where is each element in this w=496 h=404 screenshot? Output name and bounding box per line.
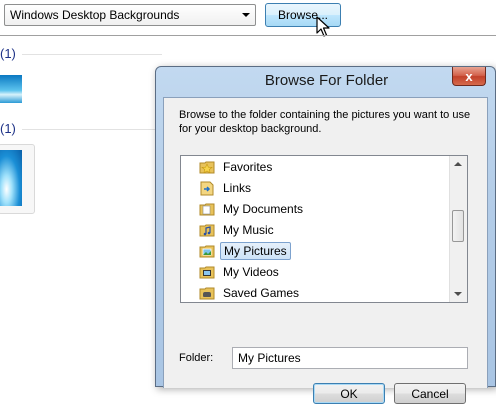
tree-item-label: My Documents — [223, 202, 304, 216]
ok-button[interactable]: OK — [313, 383, 385, 404]
tree-item-label: Links — [223, 181, 252, 195]
picture-location-value: Windows Desktop Backgrounds — [10, 8, 180, 22]
saved-games-folder-icon — [199, 285, 215, 301]
folder-label: Folder: — [179, 352, 214, 364]
group-header[interactable]: (1) — [0, 121, 162, 136]
documents-folder-icon — [199, 201, 215, 217]
tree-item-label: Saved Games — [223, 286, 300, 300]
tree-item-label: Favorites — [223, 160, 273, 174]
videos-folder-icon — [199, 264, 215, 280]
group-count: (1) — [0, 121, 16, 136]
tree-item-my-pictures[interactable]: My Pictures — [199, 241, 291, 261]
group-count: (1) — [0, 46, 16, 61]
tree-item-my-music[interactable]: My Music — [199, 220, 277, 240]
tree-item-favorites[interactable]: Favorites — [199, 157, 275, 177]
chevron-down-icon[interactable] — [237, 5, 255, 25]
tree-item-label: My Videos — [223, 265, 279, 279]
folder-tree[interactable]: Favorites Links My Documents My Music My… — [180, 155, 468, 303]
music-folder-icon — [199, 222, 215, 238]
dialog-title: Browse For Folder — [264, 72, 389, 89]
group-header[interactable]: (1) — [0, 46, 162, 61]
close-icon: x — [465, 68, 473, 84]
tree-scrollbar[interactable] — [449, 156, 467, 302]
favorites-folder-icon — [199, 159, 215, 175]
tree-item-label: My Music — [223, 223, 274, 237]
tree-item-my-videos[interactable]: My Videos — [199, 262, 282, 282]
dialog-body: Browse to the folder containing the pict… — [163, 97, 488, 404]
close-button[interactable]: x — [452, 67, 486, 86]
wallpaper-thumbnail[interactable] — [0, 150, 22, 206]
dialog-instructions: Browse to the folder containing the pict… — [179, 109, 471, 135]
picture-location-select[interactable]: Windows Desktop Backgrounds — [4, 4, 256, 26]
scrollbar-thumb[interactable] — [452, 210, 464, 242]
tree-item-my-documents[interactable]: My Documents — [199, 199, 306, 219]
scroll-down-arrow-icon[interactable] — [454, 292, 462, 296]
wallpaper-thumbnail[interactable] — [0, 75, 22, 103]
tree-item-label: My Pictures — [220, 242, 291, 260]
scroll-up-arrow-icon[interactable] — [454, 162, 462, 166]
pictures-folder-icon — [199, 243, 215, 259]
cancel-button[interactable]: Cancel — [394, 383, 466, 404]
links-folder-icon — [199, 180, 215, 196]
browse-for-folder-dialog: Browse For Folder x Browse to the folder… — [155, 66, 496, 404]
divider — [0, 35, 496, 36]
tree-item-saved-games[interactable]: Saved Games — [199, 283, 302, 302]
folder-field[interactable]: My Pictures — [232, 347, 468, 369]
tree-item-links[interactable]: Links — [199, 178, 254, 198]
